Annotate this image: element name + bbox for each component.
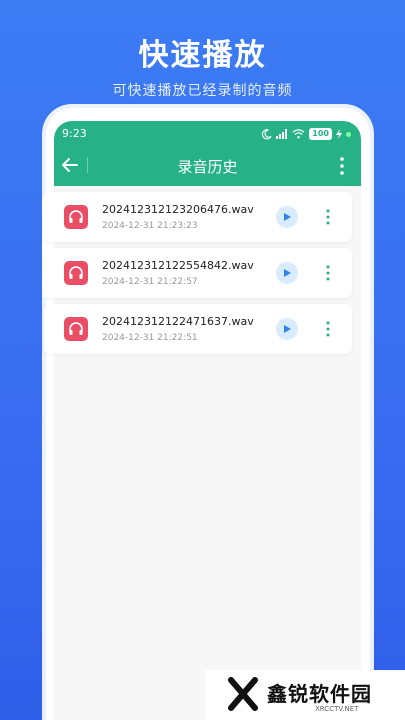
headphones-icon bbox=[64, 261, 88, 285]
notification-dot-icon bbox=[346, 131, 351, 137]
recording-item[interactable]: 20241231212320​6476.wav 2024-12-31 21:23… bbox=[44, 192, 352, 242]
recording-filename: 20241231212247​1637.wav bbox=[102, 315, 254, 328]
watermark-site: XRCCTV.NET bbox=[315, 705, 359, 713]
app-header: 9:23 100 录音历史 bbox=[54, 121, 361, 186]
watermark: 鑫锐软件园 XRCCTV.NET bbox=[205, 670, 405, 720]
recording-filename: 20241231212320​6476.wav bbox=[102, 203, 254, 216]
moon-icon bbox=[262, 128, 272, 139]
item-more-icon[interactable] bbox=[324, 264, 332, 282]
recording-date: 2024-12-31 21:22:57 bbox=[102, 277, 198, 287]
headphones-icon bbox=[64, 317, 88, 341]
watermark-name: 鑫锐软件园 bbox=[267, 682, 372, 706]
play-button[interactable] bbox=[276, 318, 298, 340]
play-button[interactable] bbox=[276, 262, 298, 284]
status-icons: 100 bbox=[261, 128, 351, 140]
headphones-icon bbox=[64, 205, 88, 229]
charging-icon bbox=[336, 129, 342, 139]
item-more-icon[interactable] bbox=[324, 208, 332, 226]
recording-date: 2024-12-31 21:23:23 bbox=[102, 221, 198, 231]
item-more-icon[interactable] bbox=[324, 320, 332, 338]
wifi-icon bbox=[292, 129, 305, 139]
play-icon bbox=[284, 269, 291, 277]
promo-title: 快速播放 bbox=[138, 38, 267, 73]
play-icon bbox=[284, 325, 291, 333]
play-button[interactable] bbox=[276, 206, 298, 228]
status-time: 9:23 bbox=[62, 127, 87, 140]
navbar: 录音历史 bbox=[54, 149, 361, 183]
recording-filename: 20241231212255​4842.wav bbox=[102, 259, 254, 272]
page-title: 录音历史 bbox=[177, 158, 238, 176]
recording-date: 2024-12-31 21:22:51 bbox=[102, 333, 198, 343]
status-bar: 9:23 100 bbox=[62, 127, 351, 143]
battery-icon: 100 bbox=[309, 128, 332, 140]
promo-subtitle: 可快速播放已经录制的音频 bbox=[112, 83, 293, 99]
recording-item[interactable]: 20241231212255​4842.wav 2024-12-31 21:22… bbox=[44, 248, 352, 298]
signal-icon bbox=[276, 129, 288, 139]
more-vertical-icon[interactable] bbox=[335, 155, 349, 177]
recording-item[interactable]: 20241231212247​1637.wav 2024-12-31 21:22… bbox=[44, 304, 352, 354]
watermark-logo-icon bbox=[228, 677, 258, 711]
play-icon bbox=[284, 213, 291, 221]
